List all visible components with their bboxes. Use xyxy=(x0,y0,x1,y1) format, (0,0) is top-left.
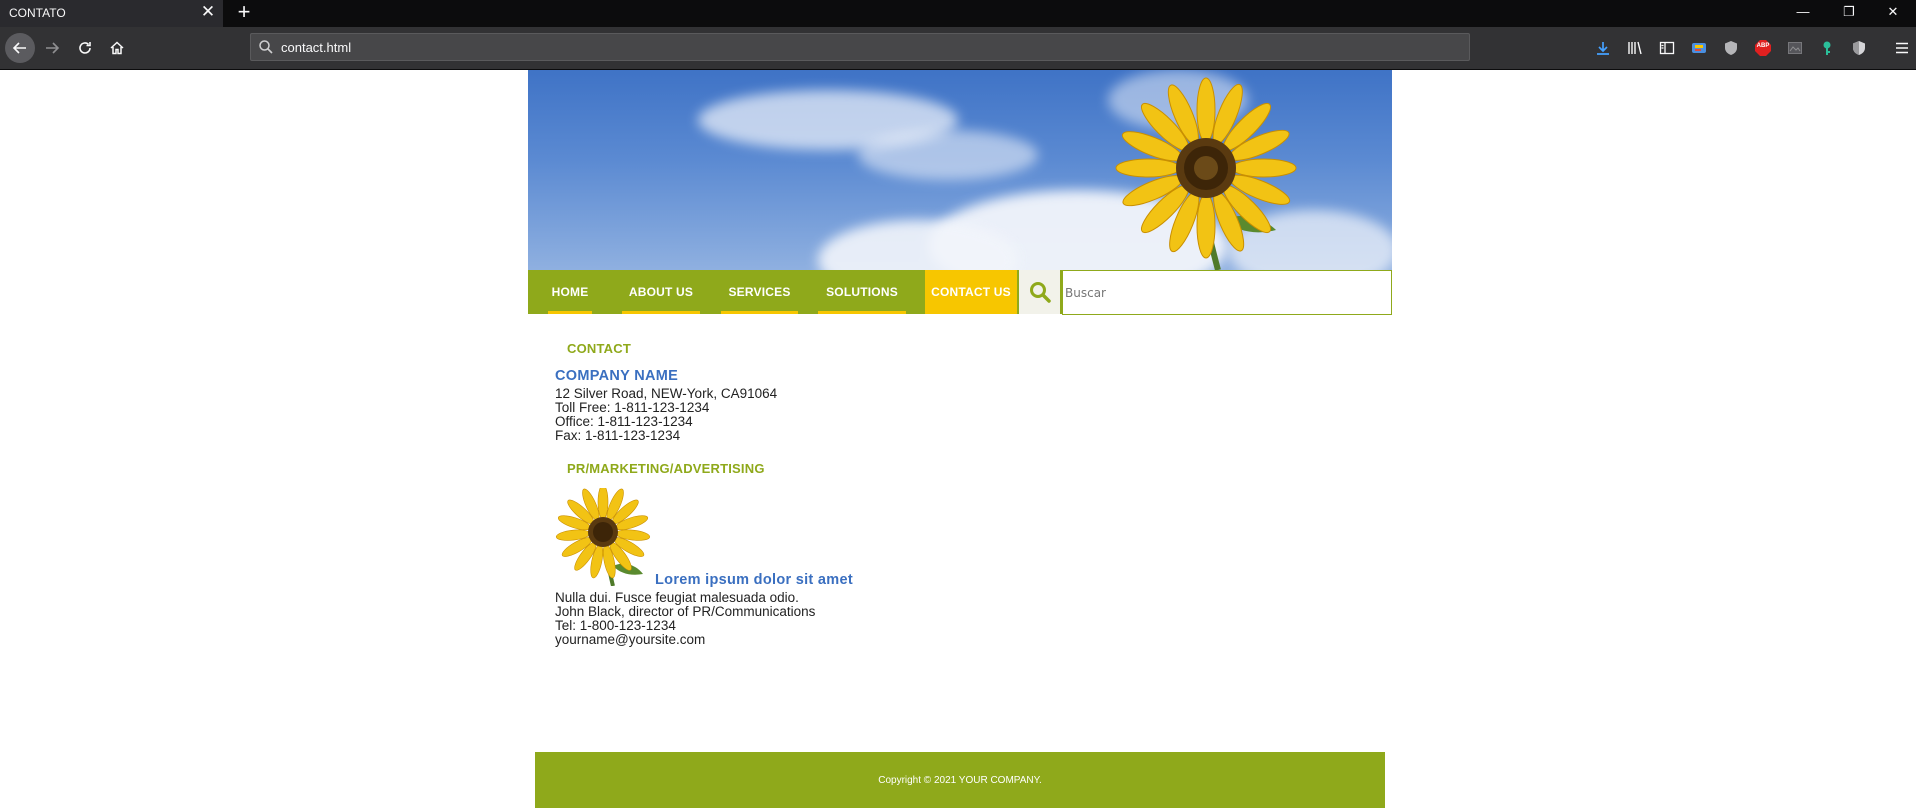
header-banner-image xyxy=(528,70,1392,270)
contact-heading: CONTACT xyxy=(567,341,631,356)
menu-item-about-us[interactable]: ABOUT US xyxy=(622,270,700,314)
menu-item-label: SOLUTIONS xyxy=(826,285,898,299)
toll-free-text: Toll Free: 1-811-123-1234 xyxy=(555,400,710,415)
shield-icon[interactable] xyxy=(1721,38,1741,58)
site-container: HOME ABOUT US SERVICES SOLUTIONS CONTACT… xyxy=(528,70,1392,808)
menu-item-services[interactable]: SERVICES xyxy=(721,270,798,314)
search-icon xyxy=(259,40,273,54)
search-icon xyxy=(1029,282,1051,303)
fax-text: Fax: 1-811-123-1234 xyxy=(555,428,681,443)
menu-item-label: SERVICES xyxy=(728,285,791,299)
tab-strip: CONTATO ✕ + — ❐ ✕ xyxy=(0,0,1916,27)
minimize-button[interactable]: — xyxy=(1780,0,1826,27)
sunflower-thumbnail xyxy=(555,488,655,586)
home-icon xyxy=(110,41,124,55)
menu-underline xyxy=(622,311,700,314)
page-content: HOME ABOUT US SERVICES SOLUTIONS CONTACT… xyxy=(0,70,1916,808)
download-icon[interactable] xyxy=(1593,38,1613,58)
extension-icon-2[interactable] xyxy=(1785,38,1805,58)
address-bar[interactable]: contact.html xyxy=(250,33,1470,61)
pr-subheading: Lorem ipsum dolor sit amet xyxy=(655,572,853,588)
home-button[interactable] xyxy=(104,35,130,61)
menu-item-label: ABOUT US xyxy=(628,285,694,299)
pr-phone: Tel: 1-800-123-1234 xyxy=(555,618,676,633)
menu-underline xyxy=(818,311,906,314)
sidebar-icon[interactable] xyxy=(1657,38,1677,58)
pr-contact-name: John Black, director of PR/Communication… xyxy=(555,604,816,619)
url-text: contact.html xyxy=(281,40,352,55)
library-icon[interactable] xyxy=(1625,38,1645,58)
pr-email: yourname@yoursite.com xyxy=(555,632,706,647)
tab-close-icon[interactable]: ✕ xyxy=(199,3,217,21)
key-icon[interactable] xyxy=(1817,38,1837,58)
copyright-text: Copyright © 2021 YOUR COMPANY. xyxy=(878,775,1042,786)
forward-arrow-icon xyxy=(46,42,60,54)
restore-button[interactable]: ❐ xyxy=(1826,0,1872,27)
back-arrow-icon xyxy=(12,42,26,54)
forward-button[interactable] xyxy=(39,35,65,61)
adblock-icon[interactable]: ABP xyxy=(1753,38,1773,58)
search-input[interactable] xyxy=(1062,270,1392,315)
menu-item-label: CONTACT US xyxy=(931,285,1011,299)
company-name: COMPANY NAME xyxy=(555,368,679,384)
navigation-toolbar: contact.html ABP xyxy=(0,27,1916,70)
extension-icon[interactable] xyxy=(1689,38,1709,58)
office-phone-text: Office: 1-811-123-1234 xyxy=(555,414,693,429)
sunflower-thumbnail-icon xyxy=(555,488,651,586)
back-button[interactable] xyxy=(5,33,35,63)
menu-item-home[interactable]: HOME xyxy=(548,270,592,314)
browser-tab[interactable]: CONTATO ✕ xyxy=(0,0,223,27)
shield-icon-2[interactable] xyxy=(1849,38,1869,58)
tab-title: CONTATO xyxy=(9,6,66,20)
menu-item-contact-us[interactable]: CONTACT US xyxy=(925,270,1017,314)
menu-item-solutions[interactable]: SOLUTIONS xyxy=(818,270,906,314)
pr-heading: PR/MARKETING/ADVERTISING xyxy=(567,461,765,476)
menu-item-label: HOME xyxy=(551,285,589,299)
menu-underline xyxy=(548,311,592,314)
new-tab-button[interactable]: + xyxy=(232,1,256,25)
adblock-label: ABP xyxy=(1756,43,1770,49)
site-footer: Copyright © 2021 YOUR COMPANY. xyxy=(535,752,1385,808)
menu-icon[interactable] xyxy=(1892,38,1912,58)
reload-icon xyxy=(79,42,91,54)
menu-underline xyxy=(721,311,798,314)
reload-button[interactable] xyxy=(72,35,98,61)
address-text: 12 Silver Road, NEW-York, CA91064 xyxy=(555,386,778,401)
main-menu: HOME ABOUT US SERVICES SOLUTIONS CONTACT… xyxy=(528,270,1392,315)
close-window-button[interactable]: ✕ xyxy=(1870,0,1916,27)
search-button[interactable] xyxy=(1019,270,1060,314)
pr-description: Nulla dui. Fusce feugiat malesuada odio. xyxy=(555,590,799,605)
sunflower-icon xyxy=(1115,77,1297,270)
